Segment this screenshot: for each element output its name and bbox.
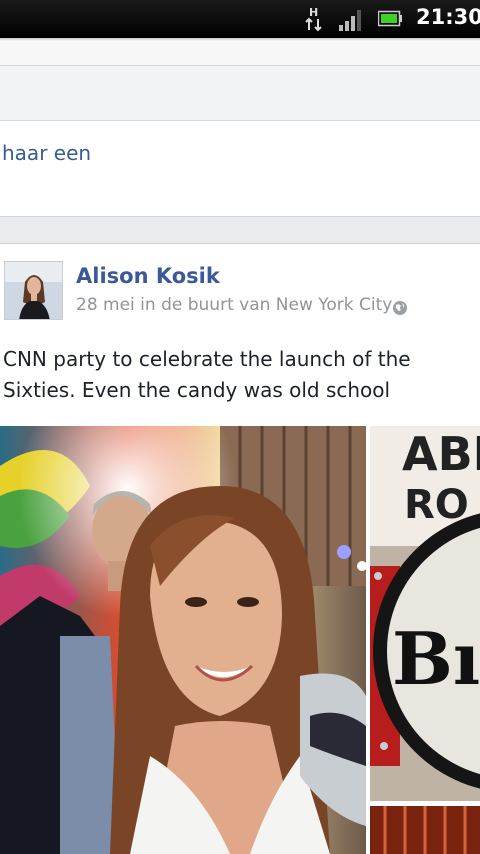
avatar[interactable] [4,261,63,320]
svg-text:Bı: Bı [392,616,480,701]
status-bar: H 21:30 [0,0,480,38]
globe-icon [393,301,407,315]
signal-icon [339,10,361,31]
battery-icon [378,10,402,27]
svg-text:H: H [309,6,318,19]
post-photo-secondary[interactable]: ABE RO Bı [370,426,480,801]
post-author[interactable]: Alison Kosik [76,264,220,288]
feed-separator [0,218,480,244]
previous-post-action-bar [0,66,480,121]
news-feed-post: Alison Kosik 28 mei in de buurt van New … [0,244,480,854]
previous-post-card[interactable]: haar een [0,121,480,217]
svg-text:ABE: ABE [402,427,480,481]
post-photo-main[interactable] [0,426,366,854]
post-meta[interactable]: 28 mei in de buurt van New York City [76,295,392,315]
data-transfer-icon: H [305,6,322,32]
post-photo-tertiary[interactable] [370,806,480,854]
previous-post-footer [0,38,480,66]
post-text: CNN party to celebrate the launch of the… [3,347,411,402]
previous-post-text[interactable]: haar een [2,141,91,165]
clock: 21:30 [416,5,480,29]
